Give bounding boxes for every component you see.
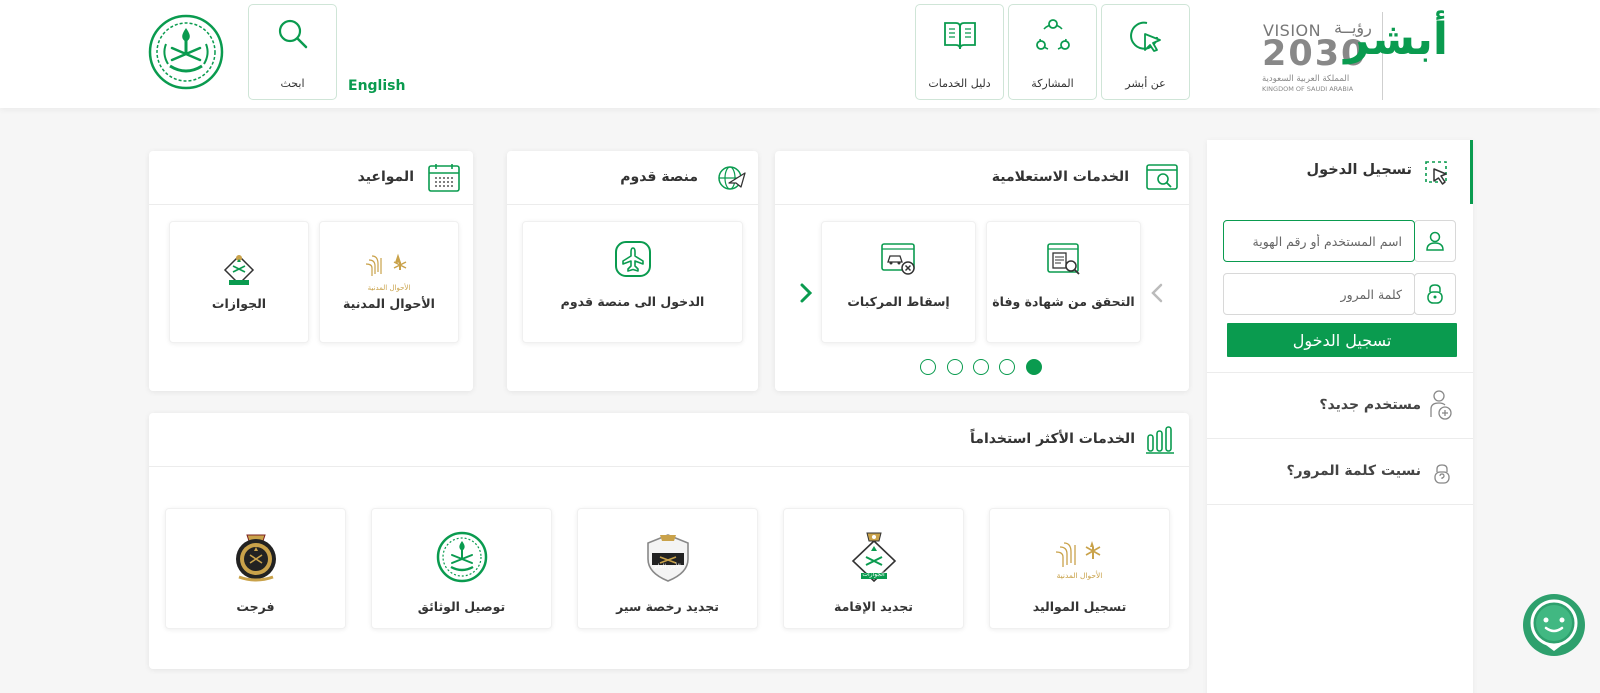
search-button[interactable]: ابحث	[248, 4, 337, 100]
service-tile-vehicle-license-renewal[interactable]: الأمن العام تجديد رخصة سير	[577, 508, 758, 629]
carousel-dot[interactable]	[999, 359, 1015, 375]
new-user-label: مستخدم جديد؟	[1319, 397, 1421, 413]
forgot-password-link[interactable]: نسيت كلمة المرور؟	[1207, 438, 1473, 504]
absher-logo[interactable]: أبشر	[1344, 6, 1448, 102]
airplane-icon	[523, 240, 742, 278]
service-tile-iqama-renewal[interactable]: الجوازات تجديد الإقامة	[783, 508, 964, 629]
new-user-link[interactable]: مستخدم جديد؟	[1207, 372, 1473, 438]
appointment-tile-passports[interactable]: الجوازات	[169, 221, 309, 343]
nav-participation-label: المشاركة	[1031, 77, 1074, 90]
appointments-header: المواعيد	[149, 151, 473, 205]
inquiry-services-title: الخدمات الاستعلامية	[991, 169, 1129, 185]
service-tile-label: فرجت	[236, 599, 275, 614]
carousel-dot[interactable]	[920, 359, 936, 375]
death-certificate-search-icon	[987, 240, 1140, 278]
vehicle-removal-icon	[822, 240, 975, 278]
lock-question-icon	[1433, 463, 1451, 489]
nav-about-absher[interactable]: عن أبشر	[1101, 4, 1190, 100]
most-used-services-title: الخدمات الأكثر استخداماً	[970, 431, 1135, 447]
appointment-tile-civil-affairs[interactable]: الأحوال المدنية الأحوال المدنية	[319, 221, 459, 343]
login-cursor-icon	[1424, 160, 1450, 192]
login-divider	[1207, 504, 1473, 505]
civil-affairs-logo-icon	[320, 252, 458, 284]
login-panel: تسجيل الدخول تسجيل الدخول مستخدم جديد؟ ن…	[1207, 140, 1473, 693]
qudoom-platform-title: منصة قدوم	[620, 169, 698, 185]
carousel-dot[interactable]	[973, 359, 989, 375]
ministry-emblem[interactable]	[148, 14, 224, 90]
username-field[interactable]	[1223, 220, 1415, 262]
search-label: ابحث	[280, 77, 305, 90]
forgot-password-label: نسيت كلمة المرور؟	[1286, 463, 1421, 479]
carousel-next-button[interactable]	[798, 281, 814, 309]
service-tile-label: إسقاط المركبات	[847, 294, 950, 309]
saudi-emblem-icon	[372, 531, 551, 583]
service-tile-label: تجديد رخصة سير	[616, 599, 719, 614]
add-user-icon	[1429, 389, 1453, 425]
service-tile-label: تسجيل المواليد	[1032, 599, 1127, 614]
appointments-title: المواعيد	[357, 169, 414, 185]
carousel-prev-button[interactable]	[1149, 281, 1165, 309]
calendar-icon	[428, 163, 460, 197]
nav-participation[interactable]: المشاركة	[1008, 4, 1097, 100]
carousel-dot-active[interactable]	[1026, 359, 1042, 375]
chatbot-icon	[1523, 594, 1585, 656]
username-input[interactable]	[1224, 221, 1414, 261]
bar-chart-icon	[1146, 425, 1174, 459]
search-icon	[249, 17, 336, 55]
lock-icon	[1414, 273, 1456, 315]
service-tile-label: تجديد الإقامة	[834, 599, 913, 614]
chatbot-button[interactable]	[1522, 593, 1586, 657]
appointment-tile-label: الجوازات	[211, 296, 267, 311]
inquiry-services-header: الخدمات الاستعلامية	[775, 151, 1189, 205]
share-network-icon	[1009, 17, 1096, 55]
service-tile-death-certificate[interactable]: التحقق من شهادة وفاة	[986, 221, 1141, 343]
passports-logo-icon	[170, 252, 308, 290]
qudoom-platform-card: منصة قدوم الدخول الى منصة قدوم	[507, 151, 758, 391]
appointments-card: المواعيد الأحوال المدنية الأحوال المدنية…	[149, 151, 473, 391]
inquiry-services-card: الخدمات الاستعلامية التحقق من شهادة وفاة…	[775, 151, 1189, 391]
login-button[interactable]: تسجيل الدخول	[1227, 323, 1457, 357]
carousel-dot[interactable]	[947, 359, 963, 375]
service-tile-document-delivery[interactable]: توصيل الوثائق	[371, 508, 552, 629]
service-tile-label: توصيل الوثائق	[417, 599, 506, 614]
most-used-services-header: الخدمات الأكثر استخداماً	[149, 413, 1189, 467]
nav-about-absher-label: عن أبشر	[1125, 77, 1166, 90]
nav-services-guide-label: دليل الخدمات	[928, 77, 991, 90]
user-icon	[1414, 220, 1456, 262]
login-title: تسجيل الدخول	[1306, 162, 1412, 178]
qudoom-login-label: الدخول الى منصة قدوم	[560, 294, 705, 309]
book-icon	[916, 17, 1003, 55]
cursor-click-icon	[1102, 17, 1189, 55]
prisons-logo-icon	[166, 529, 345, 585]
public-security-logo-icon	[578, 531, 757, 583]
site-header: ابحث English دليل الخدمات المشاركة عن أب…	[0, 0, 1600, 108]
service-tile-label: التحقق من شهادة وفاة	[992, 294, 1135, 309]
qudoom-platform-header: منصة قدوم	[507, 151, 758, 205]
most-used-services-card: الخدمات الأكثر استخداماً الأحوال المدنية…	[149, 413, 1189, 669]
login-header: تسجيل الدخول	[1207, 140, 1473, 204]
appointment-tile-label: الأحوال المدنية	[343, 296, 435, 311]
qudoom-login-tile[interactable]: الدخول الى منصة قدوم	[522, 221, 743, 343]
service-tile-birth-registration[interactable]: الأحوال المدنية تسجيل المواليد	[989, 508, 1170, 629]
password-field[interactable]	[1223, 273, 1415, 315]
service-tile-farajat[interactable]: فرجت	[165, 508, 346, 629]
service-tile-vehicle-removal[interactable]: إسقاط المركبات	[821, 221, 976, 343]
nav-services-guide[interactable]: دليل الخدمات	[915, 4, 1004, 100]
password-input[interactable]	[1224, 274, 1414, 314]
language-toggle-english[interactable]: English	[348, 78, 405, 94]
globe-plane-icon	[715, 163, 747, 199]
browser-search-icon	[1146, 163, 1178, 197]
